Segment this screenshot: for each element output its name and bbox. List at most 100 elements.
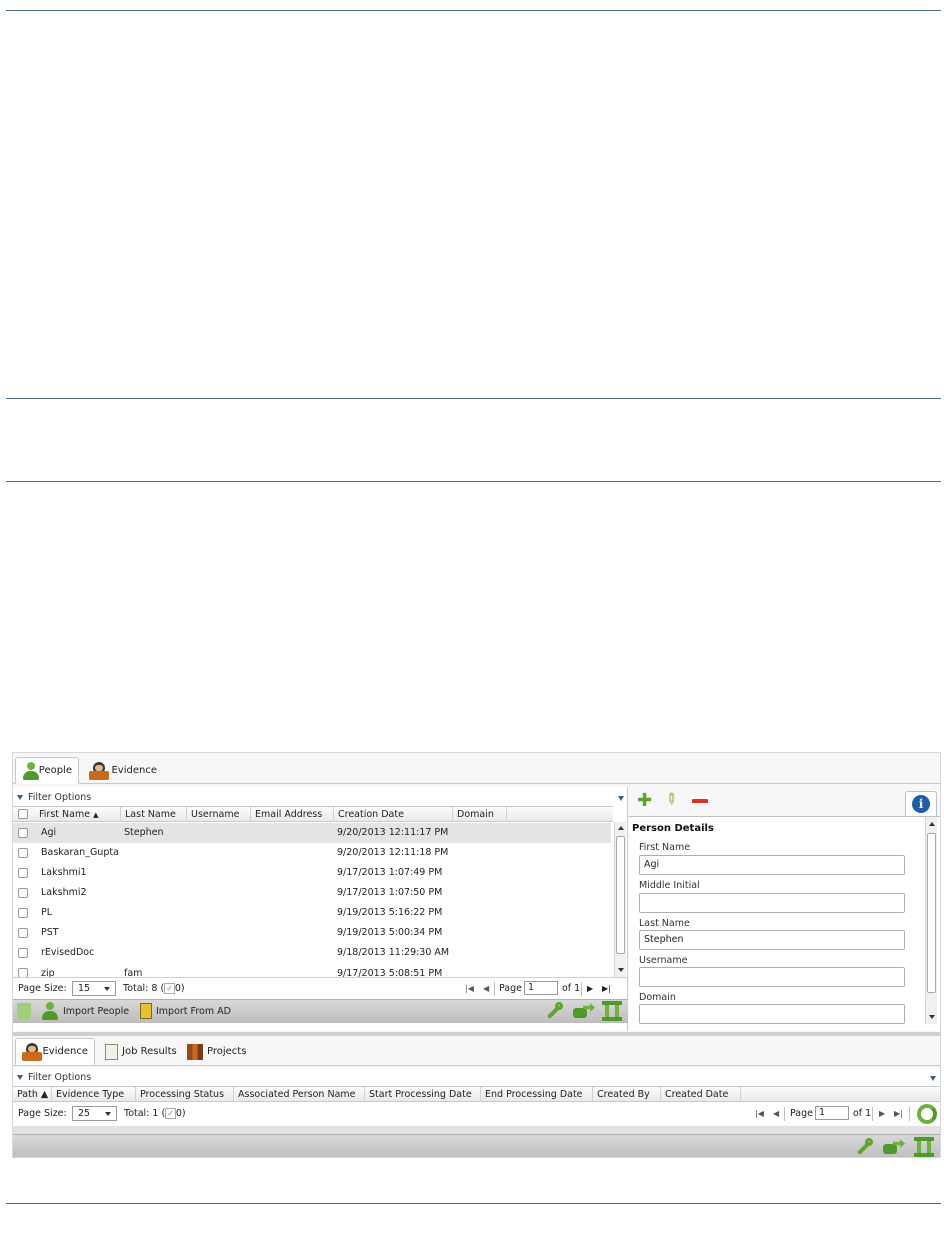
checkmark-icon: ✓ xyxy=(165,1108,176,1119)
people-filter-options[interactable]: Filter Options xyxy=(17,792,91,803)
scroll-down-icon[interactable] xyxy=(618,968,624,972)
column-email-address[interactable]: Email Address xyxy=(251,807,334,822)
cell-creation-date: 9/17/2013 1:07:50 PM xyxy=(337,887,443,898)
next-page-icon[interactable]: ▶ xyxy=(587,984,593,993)
row-checkbox[interactable] xyxy=(18,968,28,977)
import-people-button[interactable]: Import People xyxy=(41,1002,129,1020)
username-field[interactable] xyxy=(639,967,905,987)
checkmark-icon: ✓ xyxy=(164,983,175,994)
collapse-chevron-icon[interactable] xyxy=(930,1076,936,1081)
column-last-name[interactable]: Last Name xyxy=(121,807,187,822)
remove-minus-icon[interactable] xyxy=(692,799,708,803)
pager-separator xyxy=(909,1107,910,1121)
sort-ascending-icon: ▲ xyxy=(93,811,99,819)
domain-field[interactable] xyxy=(639,1004,905,1024)
collapse-chevron-icon[interactable] xyxy=(618,796,624,801)
chevron-down-icon xyxy=(17,1075,23,1080)
page-number-input[interactable]: 1 xyxy=(815,1106,849,1120)
column-end-processing-date[interactable]: End Processing Date xyxy=(481,1087,593,1102)
cell-creation-date: 9/18/2013 11:29:30 AM xyxy=(337,947,450,958)
edit-pencil-icon[interactable]: ✎ xyxy=(660,788,682,810)
import-from-ad-button[interactable]: Import From AD xyxy=(140,1003,231,1019)
next-page-icon[interactable]: ▶ xyxy=(879,1109,885,1118)
page-size-select[interactable]: 15 xyxy=(72,981,116,996)
table-row[interactable]: Baskaran_Gupta 9/20/2013 12:11:18 PM xyxy=(13,843,611,863)
column-creation-date[interactable]: Creation Date xyxy=(334,807,453,822)
last-page-icon[interactable]: ▶| xyxy=(602,984,611,993)
last-name-label: Last Name xyxy=(639,918,690,929)
tab-evidence[interactable]: Evidence xyxy=(83,757,163,784)
column-evidence-type[interactable]: Evidence Type xyxy=(52,1087,136,1102)
evidence-toolbar xyxy=(13,1134,940,1157)
column-processing-status[interactable]: Processing Status xyxy=(136,1087,234,1102)
info-tab[interactable]: i xyxy=(905,791,937,816)
column-created-by[interactable]: Created By xyxy=(593,1087,661,1102)
people-grid-scrollbar[interactable] xyxy=(614,822,626,977)
page-number-input[interactable]: 1 xyxy=(524,981,558,995)
add-plus-icon[interactable]: ✚ xyxy=(637,792,652,810)
scroll-down-icon[interactable] xyxy=(929,1015,935,1019)
page-rule-middle xyxy=(6,398,941,399)
application-window: People Evidence Filter Options First Nam… xyxy=(12,752,941,1158)
scroll-up-icon[interactable] xyxy=(618,826,624,830)
refresh-recycle-icon[interactable] xyxy=(917,1104,937,1124)
prev-page-icon[interactable]: ◀ xyxy=(773,1109,779,1118)
row-checkbox[interactable] xyxy=(18,888,28,898)
page-size-label: Page Size: xyxy=(18,983,67,994)
column-domain[interactable]: Domain xyxy=(453,807,507,822)
first-page-icon[interactable]: |◀ xyxy=(755,1109,764,1118)
row-checkbox[interactable] xyxy=(18,908,28,918)
cell-first-name: PL xyxy=(41,907,53,918)
page-size-select[interactable]: 25 xyxy=(72,1106,117,1121)
tab-evidence-lower[interactable]: Evidence xyxy=(15,1038,95,1065)
first-page-icon[interactable]: |◀ xyxy=(465,984,474,993)
folder-books-icon xyxy=(187,1043,203,1060)
last-page-icon[interactable]: ▶| xyxy=(894,1109,903,1118)
column-created-date[interactable]: Created Date xyxy=(661,1087,741,1102)
tab-job-results[interactable]: Job Results xyxy=(99,1038,183,1065)
column-username[interactable]: Username xyxy=(187,807,251,822)
column-first-name[interactable]: First Name ▲ xyxy=(35,807,121,822)
tab-people-label: People xyxy=(38,765,72,776)
scroll-up-icon[interactable] xyxy=(929,822,935,826)
row-checkbox[interactable] xyxy=(18,828,28,838)
details-scrollbar[interactable] xyxy=(925,817,937,1024)
middle-initial-field[interactable] xyxy=(639,893,905,913)
tab-people[interactable]: People xyxy=(15,757,79,784)
table-row[interactable]: Lakshmi1 9/17/2013 1:07:49 PM xyxy=(13,863,611,883)
table-row[interactable]: rEvisedDoc 9/18/2013 11:29:30 AM xyxy=(13,943,611,963)
details-title: Person Details xyxy=(632,823,714,834)
first-name-field[interactable]: Agi xyxy=(639,855,905,875)
delete-trash-icon[interactable] xyxy=(17,1003,31,1019)
cell-first-name: Lakshmi2 xyxy=(41,887,87,898)
row-checkbox[interactable] xyxy=(18,948,28,958)
table-row[interactable]: PL 9/19/2013 5:16:22 PM xyxy=(13,903,611,923)
cell-creation-date: 9/20/2013 12:11:17 PM xyxy=(337,827,449,838)
scrollbar-thumb[interactable] xyxy=(927,833,936,993)
page-of-label: of 1 xyxy=(562,983,581,994)
table-row[interactable]: Lakshmi2 9/17/2013 1:07:50 PM xyxy=(13,883,611,903)
person-icon xyxy=(22,761,39,780)
table-row[interactable]: Agi Stephen 9/20/2013 12:11:17 PM xyxy=(13,823,611,843)
panel-splitter[interactable] xyxy=(13,1032,940,1036)
chevron-down-icon xyxy=(17,795,23,800)
page-rule-bottom xyxy=(6,1203,941,1204)
last-name-field[interactable]: Stephen xyxy=(639,930,905,950)
column-start-processing-date[interactable]: Start Processing Date xyxy=(365,1087,481,1102)
tab-projects[interactable]: Projects xyxy=(181,1038,253,1065)
cell-first-name: rEvisedDoc xyxy=(41,947,95,958)
select-all-checkbox[interactable] xyxy=(18,809,28,819)
people-toolbar: Import People Import From AD xyxy=(13,999,628,1023)
column-associated-person-name[interactable]: Associated Person Name xyxy=(234,1087,365,1102)
row-checkbox[interactable] xyxy=(18,928,28,938)
row-checkbox[interactable] xyxy=(18,868,28,878)
column-path[interactable]: Path ▲ xyxy=(13,1087,52,1102)
table-row[interactable]: PST 9/19/2013 5:00:34 PM xyxy=(13,923,611,943)
row-checkbox[interactable] xyxy=(18,848,28,858)
table-row[interactable]: zip fam 9/17/2013 5:08:51 PM xyxy=(13,963,611,977)
evidence-filter-options[interactable]: Filter Options xyxy=(17,1072,91,1083)
scrollbar-thumb[interactable] xyxy=(616,836,625,954)
prev-page-icon[interactable]: ◀ xyxy=(483,984,489,993)
evidence-filter-label: Filter Options xyxy=(28,1072,92,1083)
cell-creation-date: 9/17/2013 1:07:49 PM xyxy=(337,867,443,878)
